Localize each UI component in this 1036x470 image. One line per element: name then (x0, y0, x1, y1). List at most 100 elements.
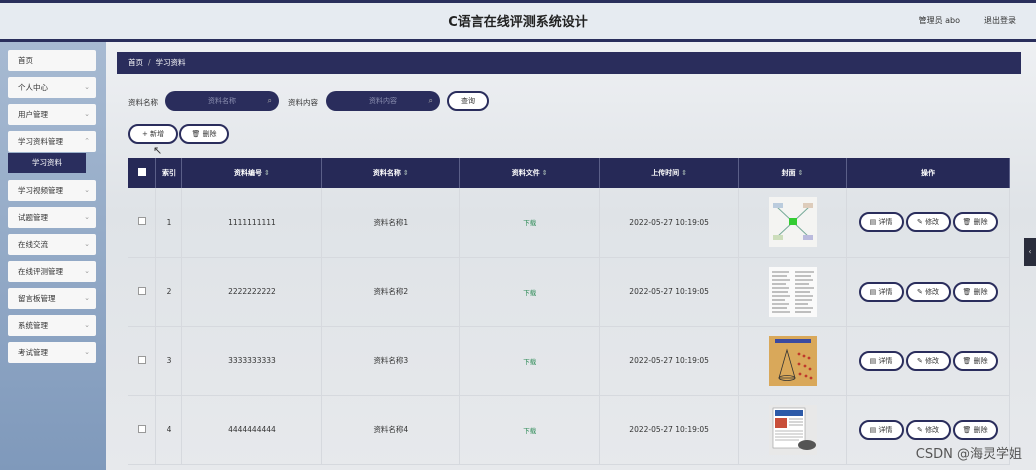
row-delete-button[interactable]: 🗑 删除 (952, 281, 998, 302)
table-row: 3 3333333333 资料名称3 下载 2022-05-27 10:19:0… (128, 326, 1010, 396)
download-link[interactable]: 下载 (523, 289, 536, 297)
row-delete-button[interactable]: 🗑 删除 (952, 419, 998, 440)
row-time: 2022-05-27 10:19:05 (599, 395, 740, 465)
select-all-checkbox[interactable] (137, 168, 146, 176)
collapse-panel-tab[interactable]: ‹ (1024, 238, 1036, 266)
col-index: 索引 (155, 158, 183, 188)
edit-label: 修改 (925, 287, 940, 296)
col-file[interactable]: 资料文件 ⇕ (459, 158, 601, 188)
row-code: 1111111111 (181, 188, 323, 258)
top-bar: C语言在线评测系统设计 管理员 abo 退出登录 (0, 0, 1036, 42)
row-select-cell[interactable] (128, 188, 157, 258)
pencil-icon: ✎ (916, 218, 923, 227)
detail-button[interactable]: ▤ 详情 (858, 281, 904, 302)
download-link[interactable]: 下载 (523, 219, 536, 227)
download-link[interactable]: 下载 (523, 427, 536, 435)
row-checkbox[interactable] (137, 217, 146, 226)
row-select-cell[interactable] (128, 257, 157, 327)
sidebar-item-profile[interactable]: 个人中心 ⌄ (8, 77, 96, 98)
sidebar-item-label: 用户管理 (18, 110, 48, 119)
sidebar-item-exams[interactable]: 考试管理 ⌄ (8, 342, 96, 363)
search-name-label: 资料名称 (128, 98, 158, 107)
col-time[interactable]: 上传时间 ⇕ (599, 158, 740, 188)
row-code: 2222222222 (181, 257, 323, 327)
detail-icon: ▤ (869, 356, 877, 365)
detail-label: 详情 (878, 218, 893, 227)
detail-icon: ▤ (869, 218, 877, 227)
detail-label: 详情 (878, 287, 893, 296)
cover-image (768, 266, 817, 317)
col-code[interactable]: 资料编号 ⇕ (181, 158, 323, 188)
col-time-label: 上传时间 (651, 169, 680, 177)
row-name: 资料名称1 (321, 188, 461, 258)
detail-button[interactable]: ▤ 详情 (858, 419, 904, 440)
download-link[interactable]: 下载 (523, 358, 536, 366)
sidebar-item-messages[interactable]: 留言板管理 ⌄ (8, 288, 96, 309)
logout-link[interactable]: 退出登录 (984, 15, 1016, 26)
sidebar-item-videos[interactable]: 学习视频管理 ⌄ (8, 180, 96, 201)
row-checkbox[interactable] (137, 424, 146, 433)
row-delete-button[interactable]: 🗑 删除 (952, 350, 998, 371)
table-row: 4 4444444444 资料名称4 下载 2022-05-27 10:19:0… (128, 395, 1010, 465)
row-cover (738, 395, 848, 465)
chevron-down-icon: ⌄ (84, 240, 90, 248)
select-all-header[interactable] (128, 158, 157, 188)
row-cover (738, 257, 848, 327)
row-time: 2022-05-27 10:19:05 (599, 257, 740, 327)
chevron-down-icon: ⌄ (84, 267, 90, 275)
add-button[interactable]: + 新增 (128, 124, 178, 144)
table-row: 2 2222222222 资料名称2 下载 2022-05-27 10:19:0… (128, 257, 1010, 327)
edit-button[interactable]: ✎ 修改 (905, 350, 951, 371)
chevron-down-icon: ⌄ (84, 83, 90, 91)
detail-label: 详情 (878, 425, 893, 434)
delete-button[interactable]: 🗑 删除 (179, 124, 229, 144)
trash-icon: 🗑 (962, 425, 972, 434)
sidebar-item-materials[interactable]: 学习资料管理 ⌃ (8, 131, 96, 152)
row-checkbox[interactable] (137, 286, 146, 295)
detail-icon: ▤ (869, 425, 877, 434)
sidebar-item-label: 考试管理 (18, 348, 48, 357)
chevron-down-icon: ⌄ (84, 213, 90, 221)
detail-label: 详情 (878, 356, 893, 365)
detail-button[interactable]: ▤ 详情 (858, 350, 904, 371)
delete-button-label: 删除 (202, 130, 217, 138)
sidebar-item-label: 在线交流 (18, 240, 48, 249)
col-name[interactable]: 资料名称 ⇕ (321, 158, 461, 188)
sidebar-item-home[interactable]: 首页 (8, 50, 96, 71)
sort-icon: ⇕ (263, 169, 270, 177)
sidebar-item-evaluation[interactable]: 在线评测管理 ⌄ (8, 261, 96, 282)
edit-button[interactable]: ✎ 修改 (905, 419, 951, 440)
row-delete-button[interactable]: 🗑 删除 (952, 212, 998, 233)
pencil-icon: ✎ (916, 356, 923, 365)
col-cover[interactable]: 封面 ⇕ (738, 158, 848, 188)
edit-button[interactable]: ✎ 修改 (905, 281, 951, 302)
search-name-placeholder: 资料名称 (208, 97, 236, 105)
row-select-cell[interactable] (128, 326, 157, 396)
col-name-label: 资料名称 (372, 169, 401, 177)
cover-image (768, 404, 817, 455)
row-select-cell[interactable] (128, 395, 157, 465)
search-icon: ⌕ (428, 96, 433, 105)
search-content-input[interactable]: 资料内容 ⌕ (326, 91, 440, 111)
search-content-label: 资料内容 (288, 98, 318, 107)
sidebar-item-forum[interactable]: 在线交流 ⌄ (8, 234, 96, 255)
sidebar-item-label: 学习视频管理 (18, 186, 63, 195)
edit-button[interactable]: ✎ 修改 (905, 212, 951, 233)
sidebar-subitem-materials[interactable]: 学习资料 (8, 153, 86, 173)
row-file: 下载 (459, 188, 601, 258)
sidebar-item-questions[interactable]: 试题管理 ⌄ (8, 207, 96, 228)
chevron-down-icon: ⌄ (84, 321, 90, 329)
query-button[interactable]: 查询 (447, 91, 489, 111)
row-index: 4 (155, 395, 183, 465)
row-code: 4444444444 (181, 395, 323, 465)
sort-icon: ⇕ (402, 169, 409, 177)
row-file: 下载 (459, 326, 601, 396)
row-checkbox[interactable] (137, 355, 146, 364)
sidebar-item-system[interactable]: 系统管理 ⌄ (8, 315, 96, 336)
search-name-input[interactable]: 资料名称 ⌕ (165, 91, 279, 111)
breadcrumb-separator: / (148, 58, 151, 67)
sidebar-item-users[interactable]: 用户管理 ⌄ (8, 104, 96, 125)
breadcrumb-home[interactable]: 首页 (128, 58, 143, 67)
detail-button[interactable]: ▤ 详情 (858, 212, 904, 233)
edit-label: 修改 (925, 425, 940, 434)
